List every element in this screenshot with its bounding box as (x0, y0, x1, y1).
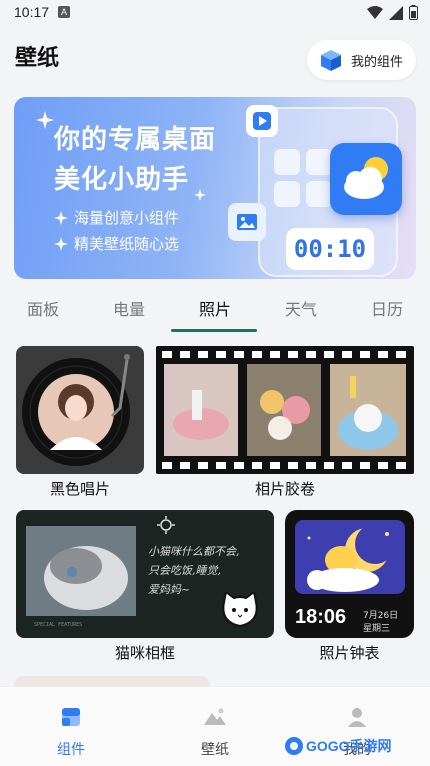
banner-feature-2: 精美壁纸随心选 (54, 233, 179, 254)
category-tabs: 面板 电量 照片 天气 日历 (0, 296, 430, 336)
watermark-logo: GOGO手游网 (284, 734, 392, 758)
person-icon (348, 708, 366, 727)
banner-feature-1-text: 海量创意小组件 (74, 209, 180, 227)
nav-wallpaper[interactable]: 壁纸 (170, 697, 260, 759)
widget-icon (62, 708, 80, 726)
banner-headline-2: 美化小助手 (54, 165, 190, 195)
card-cat-frame[interactable]: SPECIAL FEATURES 小猫咪什么都不会, 只会吃饭,睡觉, 爱妈妈~ (16, 510, 274, 638)
signal-icon (389, 5, 403, 20)
cat-caption: SPECIAL FEATURES (34, 622, 83, 628)
my-widgets-label: 我的组件 (351, 54, 404, 70)
wifi-icon (367, 5, 383, 19)
battery-icon (409, 5, 418, 20)
tab-battery[interactable]: 电量 (86, 296, 172, 320)
sun-icon (157, 516, 175, 534)
moon-chick-image (295, 520, 405, 594)
sparkle-icon (54, 210, 68, 225)
play-icon (246, 105, 278, 137)
card-black-record[interactable] (16, 346, 144, 474)
banner-feature-2-text: 精美壁纸随心选 (74, 235, 180, 253)
my-widgets-button[interactable]: 我的组件 (307, 40, 416, 80)
weather-cloud-sun-icon (330, 143, 402, 215)
clock-date: 7月26日 (363, 611, 399, 621)
nav-wallpaper-label: 壁纸 (201, 742, 229, 758)
card-label-film-roll: 相片胶卷 (254, 480, 315, 498)
cat-photo-image (26, 526, 136, 616)
banner-feature-1: 海量创意小组件 (54, 207, 179, 228)
tab-underline (171, 329, 257, 332)
cat-handwriting-line: 小猫咪什么都不会, (148, 545, 240, 558)
nav-widgets[interactable]: 组件 (26, 697, 116, 759)
watermark-text: GOGO手游网 (306, 738, 392, 754)
cube-icon (321, 50, 341, 71)
nav-widgets-label: 组件 (57, 742, 85, 758)
card-label-black-record: 黑色唱片 (49, 480, 110, 498)
tab-panel[interactable]: 面板 (0, 296, 86, 320)
promo-banner[interactable]: 00:10 你的专属桌面 美化小助手 海量创意小组件 精美壁纸随心选 (14, 97, 416, 279)
card-film-roll[interactable] (156, 346, 414, 474)
status-bar: 10:17 A (0, 0, 430, 26)
cat-handwriting-line: 只会吃饭,睡觉, (148, 564, 221, 577)
timer-display: 00:10 (286, 228, 374, 270)
clock-weekday: 星期三 (363, 624, 391, 634)
status-time: 10:17 (14, 4, 50, 20)
mountain-image-icon (204, 708, 226, 725)
page-title: 壁纸 (15, 46, 60, 71)
sparkle-icon (54, 236, 68, 251)
film-strip-image (162, 351, 406, 469)
tab-calendar[interactable]: 日历 (344, 296, 430, 320)
tab-photo[interactable]: 照片 (172, 296, 258, 320)
notification-badge: A (58, 6, 70, 18)
image-icon (228, 203, 266, 241)
card-label-cat-frame: 猫咪相框 (114, 644, 175, 662)
banner-headline-1: 你的专属桌面 (54, 125, 217, 155)
cat-handwriting: 小猫咪什么都不会, 只会吃饭,睡觉, 爱妈妈~ (148, 542, 240, 599)
gogo-logo-icon (285, 737, 303, 755)
tab-weather[interactable]: 天气 (258, 296, 344, 320)
clock-time: 18:06 (295, 606, 347, 628)
card-photo-clock[interactable]: 18:06 7月26日 星期三 (285, 510, 414, 638)
sparkle-icon (36, 111, 54, 129)
status-icons (367, 5, 418, 20)
vinyl-record-image (22, 354, 130, 466)
sparkle-icon (194, 189, 206, 201)
cat-face-icon (222, 592, 258, 628)
card-label-photo-clock: 照片钟表 (319, 644, 380, 662)
